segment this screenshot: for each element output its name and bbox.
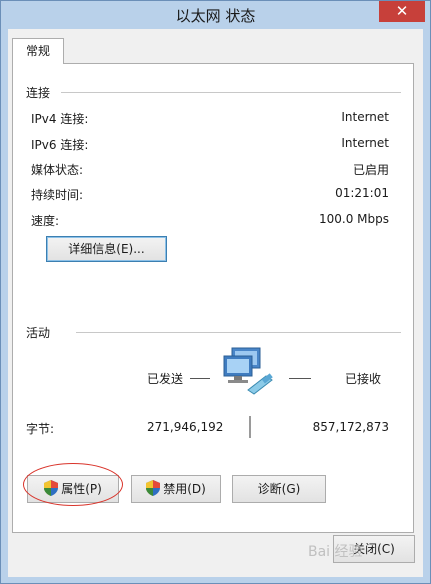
connection-group-divider xyxy=(61,92,401,93)
speed-label: 速度: xyxy=(31,214,60,228)
duration-value: 01:21:01 xyxy=(335,186,389,200)
disable-button[interactable]: 禁用(D) xyxy=(131,475,221,503)
sent-dash xyxy=(190,378,210,379)
received-dash xyxy=(289,378,311,379)
activity-group-label: 活动 xyxy=(26,326,51,340)
speed-value: 100.0 Mbps xyxy=(318,212,389,226)
duration-label: 持续时间: xyxy=(31,188,84,202)
activity-group-divider xyxy=(76,332,401,333)
bytes-label: 字节: xyxy=(26,422,55,436)
media-state-label: 媒体状态: xyxy=(31,163,84,177)
tab-general[interactable]: 常规 xyxy=(12,38,64,64)
ipv4-label: IPv4 连接: xyxy=(31,112,89,126)
bytes-divider xyxy=(249,416,251,438)
ipv6-label: IPv6 连接: xyxy=(31,138,89,152)
uac-shield-icon xyxy=(146,480,161,496)
disable-button-label: 禁用(D) xyxy=(163,482,206,496)
dialog-client: 常规 连接 IPv4 连接: Internet IPv6 连接: Interne… xyxy=(8,29,423,577)
ipv6-value: Internet xyxy=(341,136,389,150)
highlight-circle xyxy=(23,463,123,506)
media-state-value: 已启用 xyxy=(352,163,389,177)
connection-group-label: 连接 xyxy=(26,86,51,100)
received-label: 已接收 xyxy=(345,372,382,386)
sent-label: 已发送 xyxy=(147,372,184,386)
status-window: 以太网 状态 ✕ 常规 连接 IPv4 连接: Internet IPv6 连接… xyxy=(0,0,431,584)
diagnose-button[interactable]: 诊断(G) xyxy=(232,475,326,503)
details-button[interactable]: 详细信息(E)... xyxy=(46,236,167,262)
bytes-received-value: 857,172,873 xyxy=(312,420,389,434)
watermark: Bai 经验 xyxy=(308,544,363,560)
window-title: 以太网 状态 xyxy=(175,7,256,25)
bytes-sent-value: 271,946,192 xyxy=(147,420,224,434)
general-panel: 连接 IPv4 连接: Internet IPv6 连接: Internet 媒… xyxy=(12,63,414,533)
title-bar[interactable]: 以太网 状态 ✕ xyxy=(1,1,430,29)
window-close-button[interactable]: ✕ xyxy=(379,1,425,22)
ipv4-value: Internet xyxy=(341,110,389,124)
network-icon xyxy=(223,347,273,395)
